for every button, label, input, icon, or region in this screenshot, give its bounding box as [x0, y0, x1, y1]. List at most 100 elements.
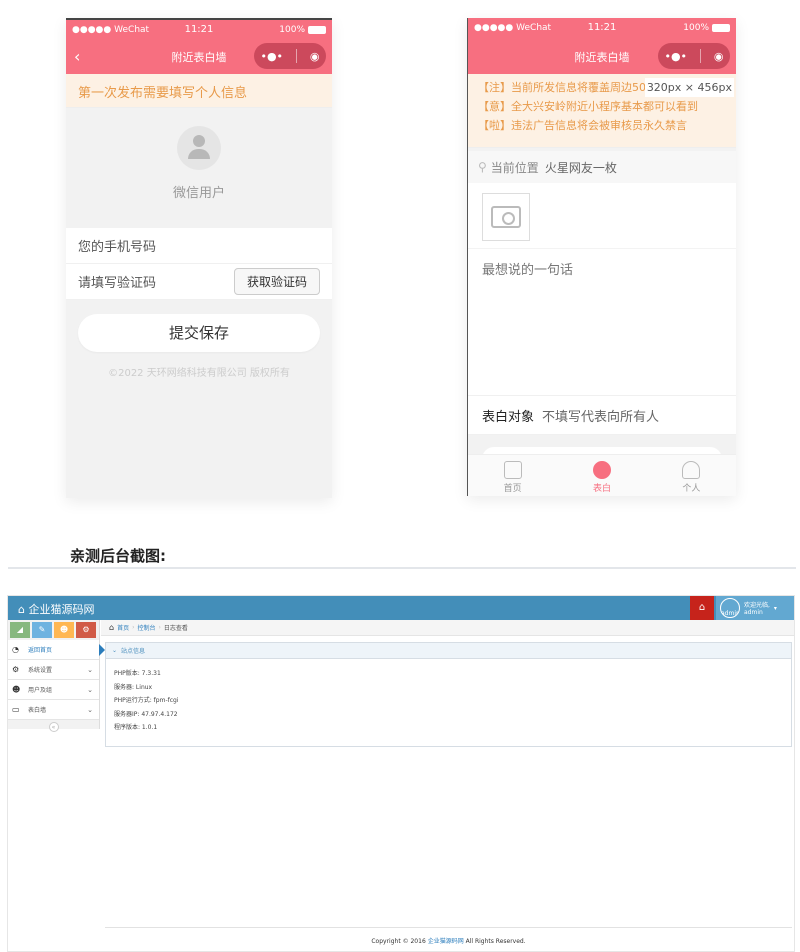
sidebar-collapse[interactable]: « [8, 720, 99, 734]
dashboard-icon: ◔ [12, 645, 19, 654]
location-row[interactable]: ⚲ 当前位置 火星网友一枚 [468, 151, 736, 183]
battery-indicator: 100% [683, 23, 730, 33]
phone-screen-register: ●●●●● WeChat 11:21 100% ‹ 附近表白墙 •●• ◉ 第一次… [66, 18, 332, 498]
size-tooltip: 320px × 456px [644, 78, 734, 97]
info-line: PHP版本: 7.3.31 [114, 670, 161, 677]
divider [8, 567, 796, 569]
battery-icon [308, 26, 326, 34]
status-bar: ●●●●● WeChat 11:21 100% [468, 18, 736, 38]
get-code-button[interactable]: 获取验证码 [233, 268, 320, 295]
nav-bar: ‹ 附近表白墙 •●• ◉ [66, 38, 332, 74]
photo-upload-button[interactable] [482, 193, 530, 241]
code-field[interactable]: 请填写验证码 获取验证码 [66, 264, 332, 300]
admin-footer: Copyright © 2016 企业猫源码网 All Rights Reser… [105, 927, 792, 945]
sidebar-item-wall[interactable]: ▭ 表白墙 ⌄ [8, 700, 99, 720]
battery-icon [712, 24, 730, 32]
footer-text: Copyright © 2016 [371, 938, 426, 945]
admin-screenshot: ⌂ 企业猫源码网 ⌂ admin 欢迎光临, admin ▾ ◢ ✎ ☻ ⚙ ◔ 返… [7, 595, 795, 952]
nav-bar: 附近表白墙 •●• ◉ [468, 38, 736, 74]
sidebar-item-users[interactable]: ☻ 用户及组 ⌄ [8, 680, 99, 700]
capsule-divider [699, 49, 701, 63]
breadcrumb-separator: › [158, 624, 161, 631]
info-line: PHP运行方式: fpm-fcgi [114, 697, 179, 704]
username: 微信用户 [172, 186, 225, 201]
brand-name: 企业猫源码网 [28, 603, 95, 616]
breadcrumb-link[interactable]: 控制台 [138, 623, 156, 632]
battery-indicator: 100% [279, 25, 326, 35]
more-dots-icon[interactable]: •●• [664, 50, 687, 63]
status-time: 11:21 [184, 24, 214, 35]
sidebar-item-home[interactable]: ◔ 返回首页 [8, 640, 105, 660]
copyright: ©2022 天环网络科技有限公司 版权所有 [108, 368, 290, 379]
tab-confess[interactable]: 表白 [557, 455, 646, 496]
submit-button[interactable]: 提交保存 [78, 314, 320, 352]
photo-upload-area [468, 183, 736, 249]
home-icon: ⌂ [109, 623, 115, 632]
chevron-down-icon: ⌄ [87, 665, 93, 674]
battery-percent: 100% [279, 25, 305, 35]
desktop-icon: ▭ [12, 705, 20, 714]
back-arrow-icon[interactable]: ‹ [74, 47, 80, 66]
user-profile: 微信用户 [66, 126, 332, 226]
code-placeholder: 请填写验证码 [78, 276, 157, 291]
sidebar-item-label: 表白墙 [28, 707, 47, 714]
home-icon[interactable]: ⌂ [690, 596, 714, 620]
more-dots-icon[interactable]: •●• [260, 50, 283, 63]
avatar-icon[interactable] [177, 126, 221, 170]
status-time: 11:21 [587, 22, 617, 33]
sidebar-item-settings[interactable]: ⚙ 系统设置 ⌄ [8, 660, 99, 680]
confess-icon [592, 461, 611, 479]
tab-bar: 首页 表白 个人 [468, 454, 736, 496]
close-target-icon[interactable]: ◉ [714, 50, 724, 63]
notice-line: 【啦】违法广告信息将会被审核员永久禁言 [478, 119, 687, 132]
target-field[interactable]: 表白对象 不填写代表向所有人 [468, 395, 736, 435]
user-name: admin [744, 609, 763, 616]
breadcrumb-current: 日志查看 [163, 625, 188, 632]
person-icon [682, 461, 701, 479]
welcome-text: 欢迎光临, [744, 602, 770, 609]
admin-sidebar: ◢ ✎ ☻ ⚙ ◔ 返回首页 ⚙ 系统设置 ⌄ ☻ 用户及组 ⌄ ▭ 表白墙 ⌄ « [8, 620, 105, 732]
page-title: 附近表白墙 [171, 51, 227, 64]
sidebar-item-label: 系统设置 [28, 667, 53, 674]
camera-icon [491, 206, 521, 228]
user-menu[interactable]: admin 欢迎光临, admin ▾ [716, 596, 794, 620]
panel-header[interactable]: ⌄ 站点信息 [106, 643, 791, 659]
section-heading: 亲测后台截图: [70, 547, 166, 565]
chevron-down-icon: ⌄ [112, 647, 118, 654]
tab-home[interactable]: 首页 [468, 455, 557, 496]
battery-percent: 100% [683, 23, 709, 33]
status-bar: ●●●●● WeChat 11:21 100% [66, 18, 332, 38]
tab-profile[interactable]: 个人 [647, 455, 736, 496]
phone-field[interactable]: 您的手机号码 [66, 228, 332, 264]
signal-indicator: ●●●●● WeChat [72, 25, 150, 35]
mini-program-capsule[interactable]: •●• ◉ [658, 43, 730, 69]
target-label: 表白对象 [482, 409, 535, 425]
chevron-down-icon: ⌄ [87, 705, 93, 714]
breadcrumb: ⌂ 首页 › 控制台 › 日志查看 [101, 620, 794, 636]
phone-placeholder: 您的手机号码 [78, 240, 157, 255]
notice-banner: 第一次发布需要填写个人信息 [66, 74, 332, 108]
panel-body: PHP版本: 7.3.31 服务器: Linux PHP运行方式: fpm-fc… [106, 659, 791, 735]
breadcrumb-link[interactable]: 首页 [117, 623, 129, 632]
message-textarea[interactable]: 最想说的一句话 [468, 249, 736, 395]
close-target-icon[interactable]: ◉ [310, 50, 320, 63]
footer-link[interactable]: 企业猫源码网 [428, 938, 464, 945]
users-shortcut-button[interactable]: ☻ [54, 622, 74, 638]
admin-brand[interactable]: ⌂ 企业猫源码网 [18, 601, 94, 617]
settings-shortcut-button[interactable]: ⚙ [76, 622, 96, 638]
capsule-divider [295, 49, 297, 63]
notice-line: 【意】全大兴安岭附近小程序基本都可以看到 [478, 100, 698, 113]
chevron-down-icon: ⌄ [87, 685, 93, 694]
admin-navbar: ⌂ 企业猫源码网 ⌂ admin 欢迎光临, admin ▾ [8, 596, 794, 620]
location-value: 火星网友一枚 [544, 160, 617, 175]
phone-screen-post: ●●●●● WeChat 11:21 100% 附近表白墙 •●• ◉ 【注】当前… [467, 18, 736, 496]
sidebar-item-label: 返回首页 [28, 647, 53, 654]
edit-shortcut-button[interactable]: ✎ [32, 622, 52, 638]
chart-shortcut-button[interactable]: ◢ [10, 622, 30, 638]
tab-label: 首页 [503, 484, 522, 494]
user-greeting: 欢迎光临, admin [744, 600, 770, 616]
target-placeholder: 不填写代表向所有人 [542, 409, 660, 425]
mini-program-capsule[interactable]: •●• ◉ [254, 43, 326, 69]
caret-down-icon: ▾ [773, 604, 777, 612]
location-pin-icon: ⚲ [478, 160, 487, 174]
